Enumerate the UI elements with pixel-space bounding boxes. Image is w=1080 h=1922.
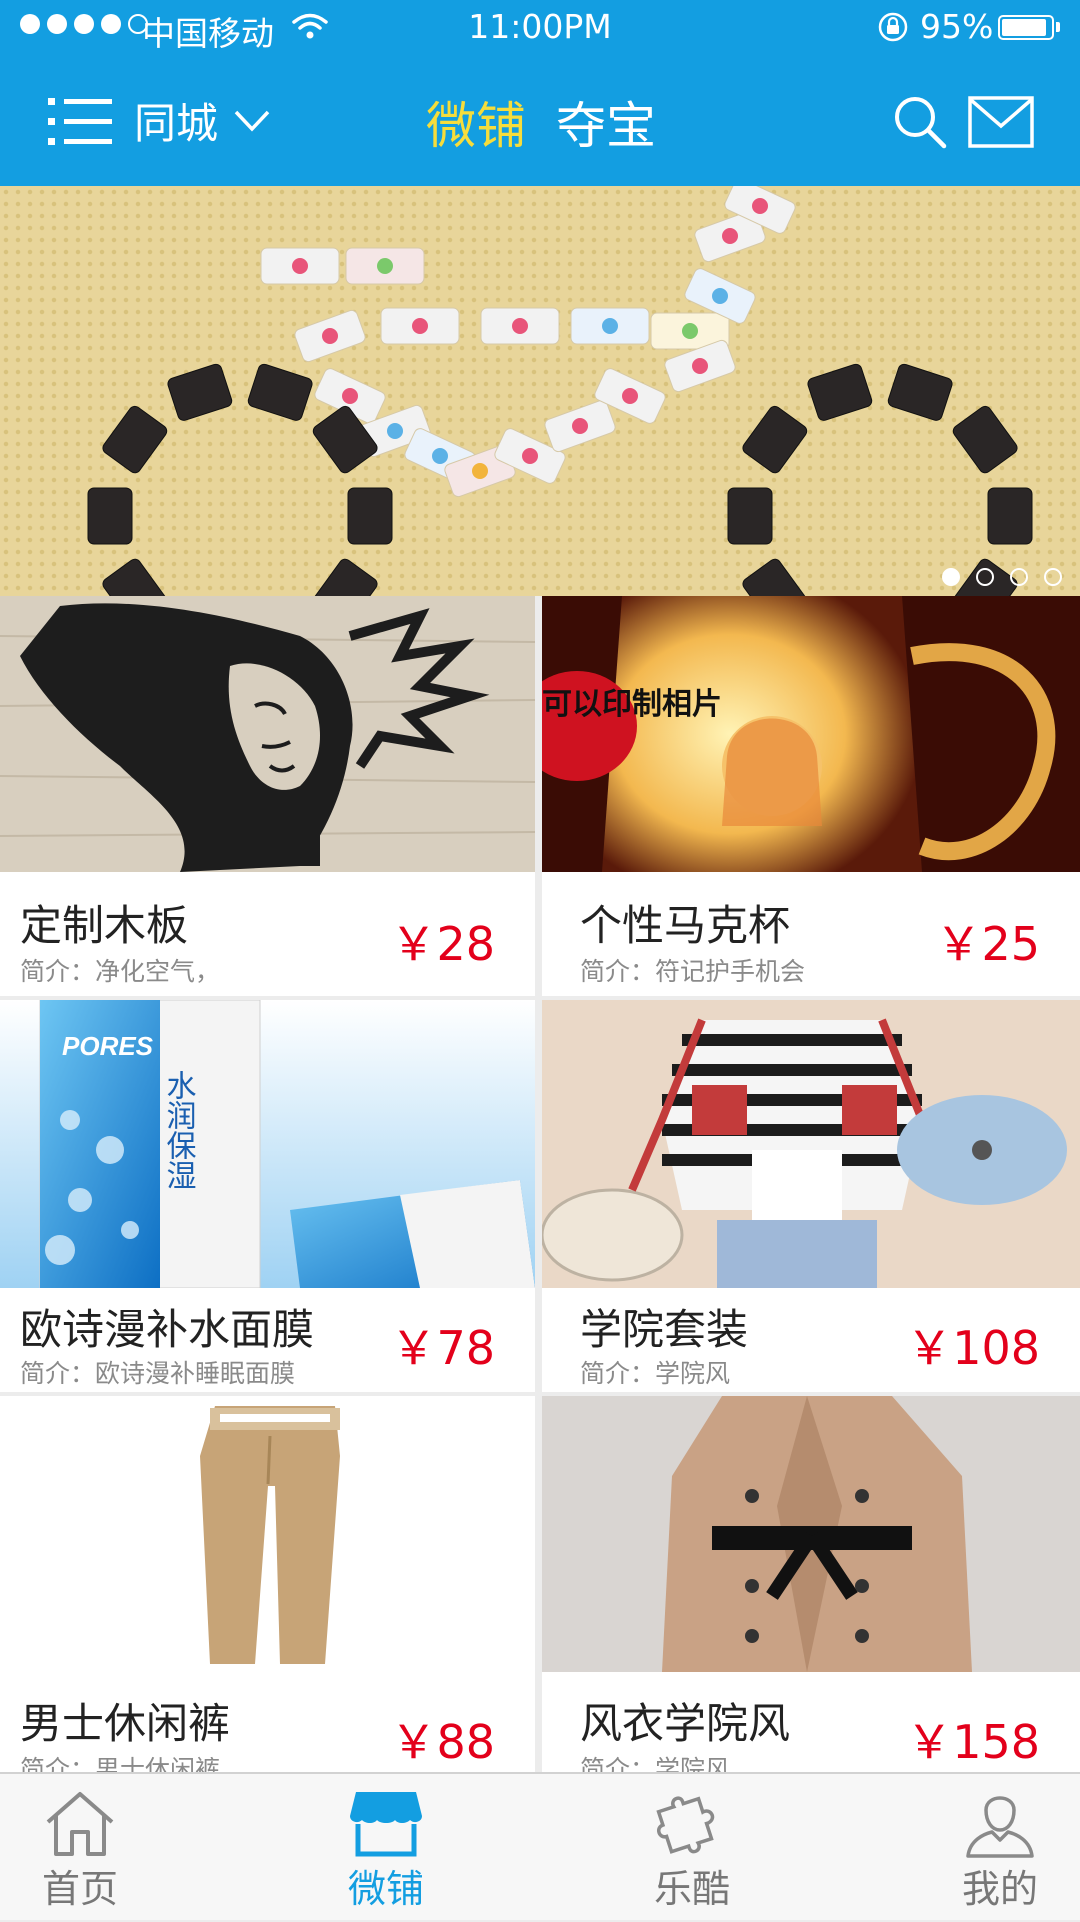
product-card[interactable]: 风衣学院风 简介：学院风 ￥158 <box>542 1396 1080 1772</box>
carousel-dot[interactable] <box>1010 568 1028 586</box>
product-title: 定制木板 <box>20 901 189 950</box>
product-grid: 定制木板 简介：净化空气， ￥28 可以印制相片 个性马克杯 简介：符记护手机会… <box>0 596 1080 1772</box>
product-card[interactable]: 学院套装 简介：学院风 ￥108 <box>542 1000 1080 1392</box>
bottom-tab-bar: 首页 微铺 乐酷 我的 <box>0 1772 1080 1920</box>
product-photo: PORES 水润保湿 <box>0 1000 535 1288</box>
product-info: 欧诗漫补水面膜 简介：欧诗漫补睡眠面膜 ￥78 <box>0 1288 535 1392</box>
product-desc: 简介：学院风 <box>580 1755 731 1772</box>
product-photo-caption: 水润保湿 <box>161 1070 197 1190</box>
product-photo-caption: 可以印制相片 <box>542 688 722 721</box>
bottom-tab-mine[interactable]: 我的 <box>920 1774 1080 1922</box>
menu-list-icon[interactable] <box>48 96 112 148</box>
clock: 11:00PM <box>468 7 612 46</box>
product-price: ￥158 <box>906 1715 1040 1769</box>
product-card[interactable]: 可以印制相片 个性马克杯 简介：符记护手机会 ￥25 <box>542 596 1080 996</box>
product-photo <box>0 1396 535 1672</box>
shop-icon <box>350 1792 422 1857</box>
nav-row: 同城 微铺 夺宝 <box>0 56 1080 186</box>
user-icon <box>966 1796 1034 1858</box>
city-selector[interactable]: 同城 <box>134 90 270 151</box>
product-desc: 简介：符记护手机会 <box>580 957 806 986</box>
product-desc: 简介：学院风 <box>580 1359 731 1388</box>
status-bar: 中国移动 11:00PM 95% <box>0 0 1080 56</box>
carousel-indicator <box>942 568 1062 586</box>
product-title: 欧诗漫补水面膜 <box>20 1305 315 1354</box>
product-price: ￥88 <box>390 1715 495 1769</box>
product-info: 风衣学院风 简介：学院风 ￥158 <box>542 1672 1080 1772</box>
top-bar: 中国移动 11:00PM 95% 同城 微铺 夺宝 <box>0 0 1080 186</box>
battery-icon <box>998 15 1060 40</box>
bottom-tab-home[interactable]: 首页 <box>0 1774 160 1922</box>
product-title: 男士休闲裤 <box>20 1699 231 1748</box>
product-photo <box>542 1000 1080 1288</box>
battery-percent: 95% <box>920 7 994 46</box>
product-desc: 简介：欧诗漫补睡眠面膜 <box>20 1359 296 1388</box>
product-photo <box>0 596 535 872</box>
product-photo: 可以印制相片 <box>542 596 1080 872</box>
product-price: ￥78 <box>390 1321 495 1375</box>
tab-duobao[interactable]: 夺宝 <box>556 86 656 158</box>
chevron-down-icon <box>234 110 270 132</box>
bottom-tab-label: 首页 <box>41 1867 118 1911</box>
puzzle-icon <box>656 1796 715 1854</box>
product-info: 个性马克杯 简介：符记护手机会 ￥25 <box>542 872 1080 996</box>
carousel-dot[interactable] <box>1044 568 1062 586</box>
bottom-tab-label: 乐酷 <box>653 1867 730 1911</box>
bottom-tab-label: 我的 <box>961 1867 1038 1911</box>
product-title: 学院套装 <box>580 1305 749 1354</box>
carousel-dot[interactable] <box>976 568 994 586</box>
product-card[interactable]: 定制木板 简介：净化空气， ￥28 <box>0 596 535 996</box>
product-photo <box>542 1396 1080 1672</box>
bottom-tab-leku[interactable]: 乐酷 <box>612 1774 772 1922</box>
product-title: 个性马克杯 <box>580 901 791 950</box>
product-info: 定制木板 简介：净化空气， ￥28 <box>0 872 535 996</box>
product-price: ￥25 <box>935 917 1040 971</box>
banner-carousel[interactable] <box>0 186 1080 596</box>
product-price: ￥28 <box>390 917 495 971</box>
home-icon <box>46 1792 114 1856</box>
bottom-tab-weipu[interactable]: 微铺 <box>306 1774 466 1922</box>
product-price: ￥108 <box>906 1321 1040 1375</box>
product-title: 风衣学院风 <box>580 1699 791 1748</box>
product-card[interactable]: PORES 水润保湿 欧诗漫补水面膜 简介：欧诗漫补睡眠面膜 ￥78 <box>0 1000 535 1392</box>
product-info: 学院套装 简介：学院风 ￥108 <box>542 1288 1080 1392</box>
product-card[interactable]: 男士休闲裤 简介：男士休闲裤 ￥88 <box>0 1396 535 1772</box>
city-label: 同城 <box>134 99 219 148</box>
banner-bicycle-image <box>87 186 1033 596</box>
product-desc: 简介：男士休闲裤 <box>20 1755 221 1772</box>
mail-icon[interactable] <box>968 96 1034 148</box>
carousel-dot[interactable] <box>942 568 960 586</box>
tab-weipu[interactable]: 微铺 <box>426 86 526 158</box>
product-photo-brand: PORES <box>62 1031 154 1061</box>
product-info: 男士休闲裤 简介：男士休闲裤 ￥88 <box>0 1672 535 1772</box>
bottom-tab-label: 微铺 <box>347 1867 424 1911</box>
search-icon[interactable] <box>892 94 948 150</box>
rotation-lock-icon <box>878 12 908 42</box>
product-desc: 简介：净化空气， <box>20 957 221 986</box>
